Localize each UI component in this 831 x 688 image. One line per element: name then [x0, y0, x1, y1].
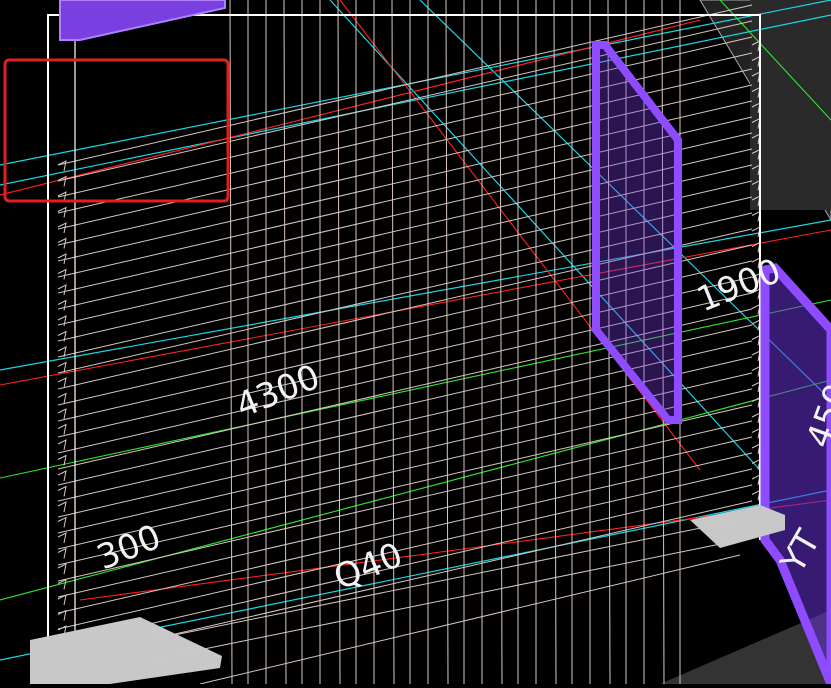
cad-viewport[interactable]: 4300 300 1900 450 Q40 YT — [0, 0, 831, 686]
slab-right-face — [750, 0, 831, 210]
cad-canvas[interactable]: 4300 300 1900 450 Q40 YT — [0, 0, 831, 686]
